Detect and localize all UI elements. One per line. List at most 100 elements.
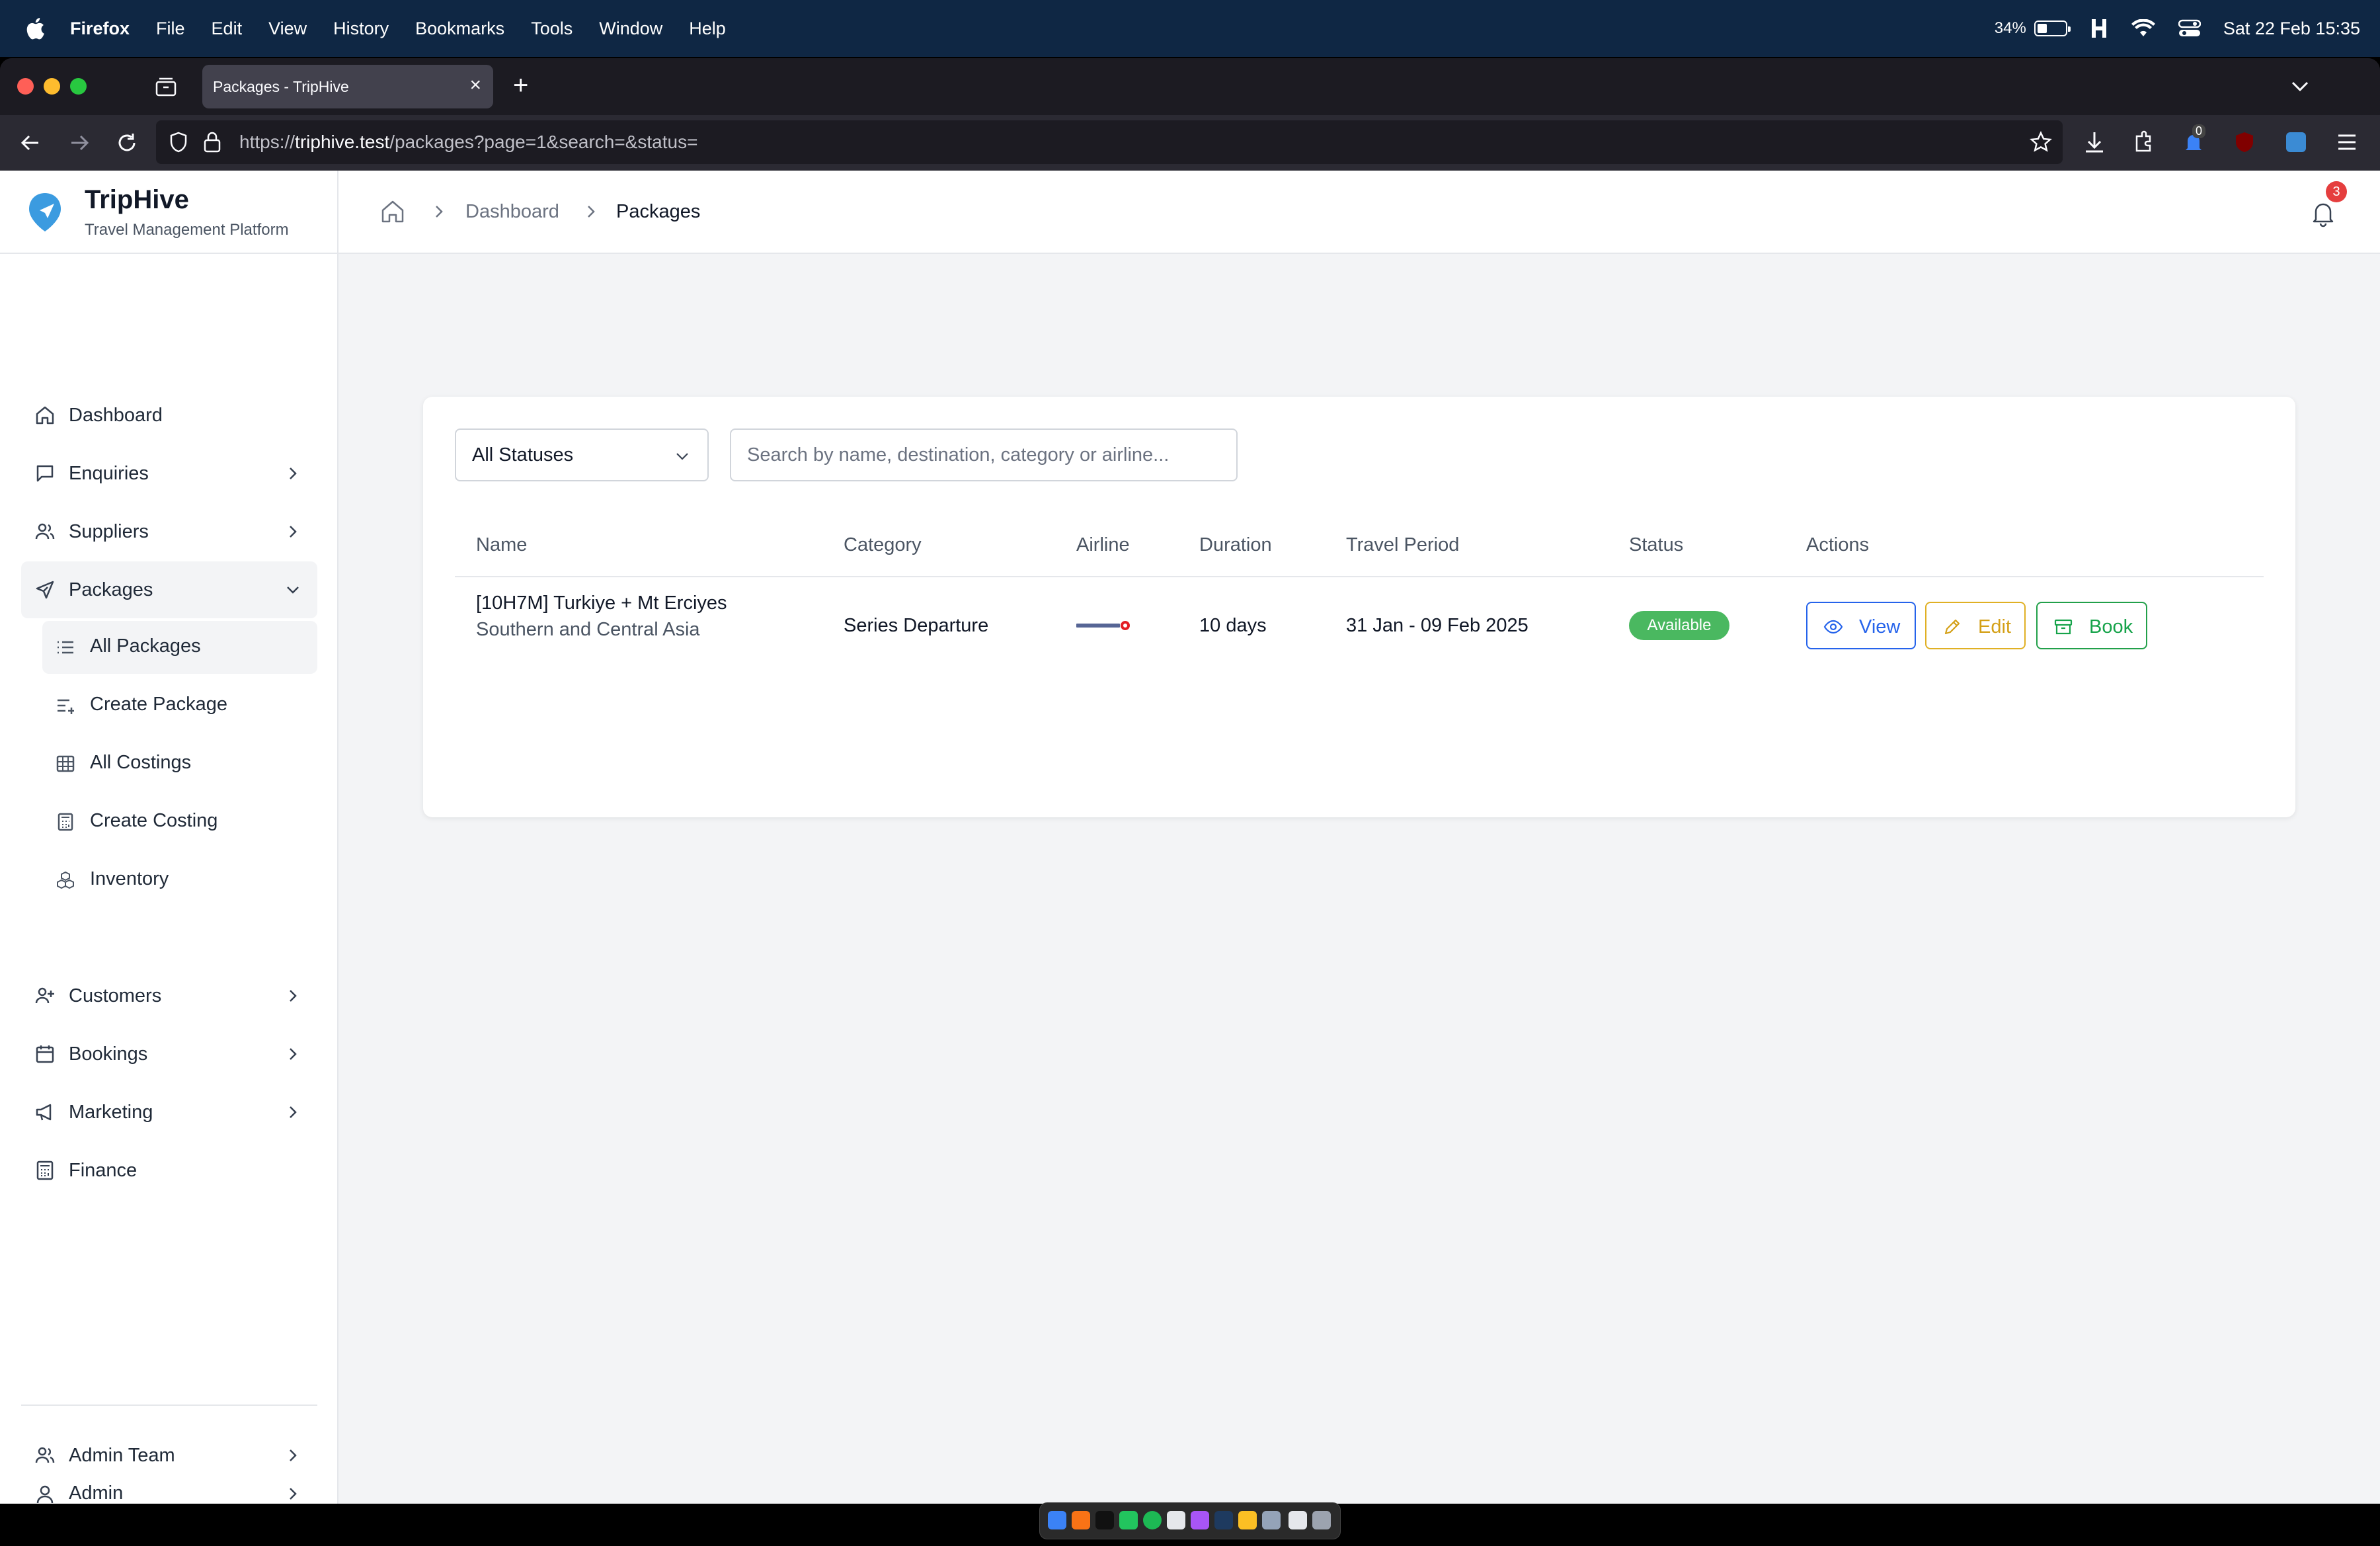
sidebar-subitem-create-costing[interactable]: Create Costing (42, 795, 317, 848)
search-input[interactable] (730, 428, 1238, 481)
sidebar-item-marketing[interactable]: Marketing (21, 1084, 317, 1141)
triphive-logo-icon (29, 193, 61, 231)
sidebar-subitem-all-costings[interactable]: All Costings (42, 737, 317, 790)
users-icon (35, 1447, 55, 1463)
url-bar[interactable]: https://triphive.test/packages?page=1&se… (156, 120, 2063, 164)
calculator-icon (36, 1160, 54, 1180)
sidebar-item-admin-team[interactable]: Admin Team (21, 1427, 317, 1484)
menu-view[interactable]: View (268, 19, 307, 39)
sidebar-subitem-label: All Packages (90, 635, 201, 657)
battery-status[interactable]: 34% (1995, 19, 2071, 38)
turkish-airlines-logo (1076, 621, 1130, 630)
package-travel-period: 31 Jan - 09 Feb 2025 (1346, 615, 1528, 636)
apple-icon[interactable] (25, 17, 45, 40)
view-button[interactable]: View (1806, 602, 1916, 649)
reload-icon[interactable] (115, 131, 139, 155)
ublock-icon[interactable] (2233, 131, 2256, 153)
sidebar-subitem-create-package[interactable]: Create Package (42, 679, 317, 732)
extension-ft-icon[interactable] (2285, 131, 2307, 153)
menu-window[interactable]: Window (599, 19, 662, 39)
firefox-dock-icon[interactable] (1072, 1511, 1090, 1529)
menu-file[interactable]: File (156, 19, 185, 39)
finder-dock-icon[interactable] (1048, 1511, 1066, 1529)
sidebar-subitem-inventory[interactable]: Inventory (42, 854, 317, 907)
url-host: triphive.test (295, 132, 390, 152)
sidebar-item-bookings[interactable]: Bookings (21, 1026, 317, 1082)
sidebar-item-suppliers[interactable]: Suppliers (21, 503, 317, 560)
package-region: Southern and Central Asia (476, 619, 700, 640)
sidebar-item-customers[interactable]: Customers (21, 967, 317, 1024)
menu-bookmarks[interactable]: Bookmarks (415, 19, 504, 39)
zoom-window-button[interactable] (70, 78, 87, 95)
notifications-bell-icon[interactable] (2309, 198, 2338, 227)
breadcrumb-home-icon[interactable] (379, 198, 406, 225)
status-filter-select[interactable]: All Statuses (455, 428, 709, 481)
sidebar-item-packages[interactable]: Packages (21, 561, 317, 618)
editor-dock-icon[interactable] (1167, 1511, 1185, 1529)
list-all-tabs-icon[interactable] (2290, 78, 2310, 94)
edit-button-label: Edit (1978, 616, 2011, 637)
close-window-button[interactable] (17, 78, 34, 95)
macos-dock (1039, 1502, 1341, 1539)
menu-app-firefox[interactable]: Firefox (70, 19, 130, 39)
h-app-icon[interactable] (2090, 18, 2108, 39)
users-icon (35, 523, 55, 540)
column-header-status: Status (1629, 534, 1684, 555)
macos-menubar: Firefox File Edit View History Bookmarks… (0, 0, 2380, 57)
tab-overview-icon[interactable] (155, 75, 177, 98)
minimize-window-button[interactable] (44, 78, 60, 95)
document-dock-icon[interactable] (1289, 1511, 1307, 1529)
chevron-right-icon (290, 1449, 297, 1461)
menu-edit[interactable]: Edit (212, 19, 243, 39)
terminal-dock-icon[interactable] (1095, 1511, 1114, 1529)
app-dock-icon[interactable] (1214, 1511, 1233, 1529)
brand[interactable]: TripHive Travel Management Platform (0, 171, 338, 254)
sidebar-subitem-all-packages[interactable]: All Packages (42, 621, 317, 674)
chevron-right-icon (290, 526, 297, 538)
menu-help[interactable]: Help (689, 19, 726, 39)
sidebar-divider (21, 1404, 317, 1406)
battery-icon (2034, 20, 2071, 36)
bookmark-star-icon[interactable] (2030, 131, 2052, 153)
back-icon[interactable] (19, 131, 42, 155)
sidebar-item-enquiries[interactable]: Enquiries (21, 445, 317, 502)
packages-card: All Statuses Name Category Airline Durat… (423, 397, 2295, 817)
app-root: TripHive Travel Management Platform Dash… (0, 171, 2380, 1504)
chevron-right-icon (290, 1106, 297, 1118)
book-button[interactable]: Book (2036, 602, 2147, 649)
preview-dock-icon[interactable] (1262, 1511, 1281, 1529)
notes-dock-icon[interactable] (1238, 1511, 1257, 1529)
sidebar-item-dashboard[interactable]: Dashboard (21, 387, 317, 444)
close-tab-icon[interactable]: × (469, 75, 481, 95)
spotify-dock-icon[interactable] (1143, 1511, 1162, 1529)
tab-active[interactable]: Packages - TripHive × (202, 65, 493, 108)
trash-dock-icon[interactable] (1312, 1511, 1331, 1529)
hamburger-menu-icon[interactable] (2336, 132, 2358, 152)
edit-button[interactable]: Edit (1925, 602, 2026, 649)
menu-tools[interactable]: Tools (531, 19, 573, 39)
archive-box-icon (2054, 619, 2073, 635)
new-tab-icon[interactable]: + (513, 72, 528, 99)
clock[interactable]: Sat 22 Feb 15:35 (2223, 19, 2360, 39)
control-center-icon[interactable] (2178, 19, 2201, 38)
breadcrumb-dashboard[interactable]: Dashboard (465, 201, 559, 223)
extensions-icon[interactable] (2131, 130, 2155, 155)
sidebar: TripHive Travel Management Platform Dash… (0, 171, 338, 1504)
menu-history[interactable]: History (333, 19, 389, 39)
sidebar-item-label: Bookings (69, 1043, 148, 1065)
sidebar-item-finance[interactable]: Finance (21, 1142, 317, 1199)
shield-icon[interactable] (168, 131, 189, 153)
tab-strip: Packages - TripHive × + (0, 58, 2380, 115)
sidebar-item-label: Marketing (69, 1101, 153, 1123)
downloads-icon[interactable] (2082, 130, 2106, 155)
brand-name: TripHive (85, 185, 189, 214)
forward-icon[interactable] (67, 131, 91, 155)
sidebar-item-admin[interactable]: Admin (21, 1483, 317, 1504)
slack-dock-icon[interactable] (1191, 1511, 1209, 1529)
lock-icon[interactable] (202, 130, 222, 154)
column-header-travel-period: Travel Period (1346, 534, 1460, 555)
chevron-right-icon (290, 1048, 297, 1060)
whatsapp-dock-icon[interactable] (1119, 1511, 1138, 1529)
home-icon (36, 406, 54, 425)
wifi-icon[interactable] (2131, 19, 2156, 38)
